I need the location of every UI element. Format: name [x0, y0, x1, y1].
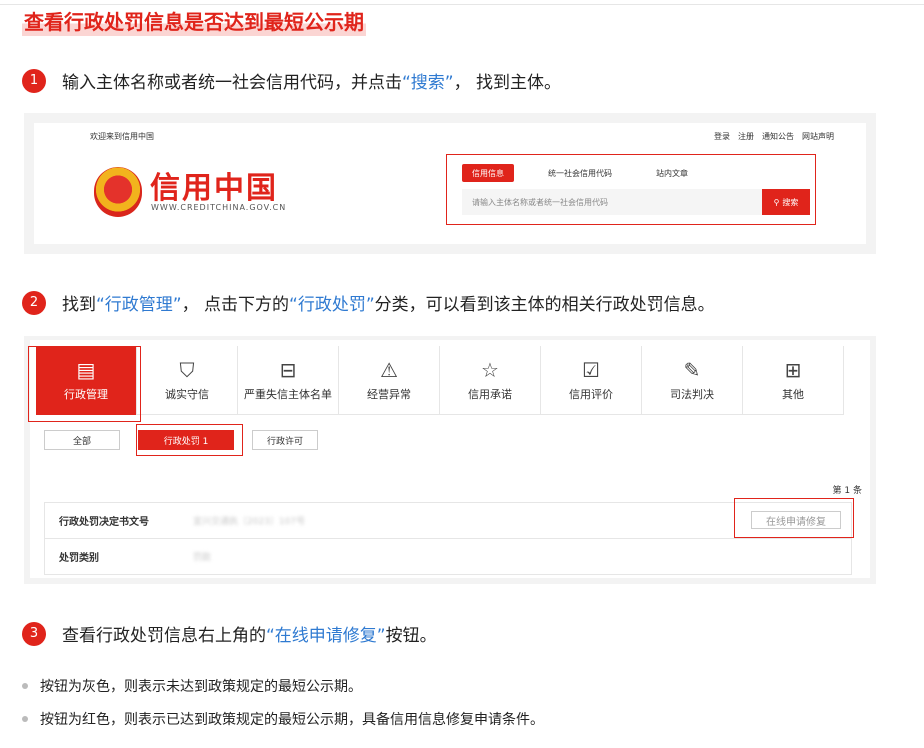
search-icon: ⚲: [773, 197, 780, 207]
bullet-text: 按钮为红色，则表示已达到政策规定的最短公示期，具备信用信息修复申请条件。: [40, 712, 544, 728]
category-other[interactable]: ⊞ 其他: [743, 346, 844, 415]
brand-url: WWW.CREDITCHINA.GOV.CN: [151, 203, 287, 212]
step-1: 1 输入主体名称或者统一社会信用代码，并点击 “搜索” ， 找到主体。: [22, 68, 561, 93]
search-button[interactable]: ⚲ 搜索: [762, 189, 810, 215]
step-highlight: “搜索”: [402, 73, 454, 93]
row-value: 罚款: [193, 553, 212, 563]
step-text-after: 分类，可以看到该主体的相关行政处罚信息。: [374, 295, 715, 315]
other-icon: ⊞: [784, 357, 802, 382]
statement-link[interactable]: 网站声明: [802, 131, 834, 142]
notice-link[interactable]: 通知公告: [762, 131, 794, 142]
judgment-icon: ✎: [683, 357, 701, 382]
commitment-icon: ☆: [481, 357, 499, 382]
category-evaluation[interactable]: ☑ 信用评价: [541, 346, 642, 415]
search-highlight-box: 信用信息 统一社会信用代码 站内文章 请输入主体名称或者统一社会信用代码 ⚲ 搜…: [446, 154, 816, 225]
step-2: 2 找到 “行政管理” ， 点击下方的 “行政处罚” 分类，可以看到该主体的相关…: [22, 290, 715, 315]
tab-credit-info[interactable]: 信用信息: [462, 164, 514, 182]
alarm-light-icon: ⚠: [380, 357, 398, 382]
penalty-table: 行政处罚决定书文号 宜兴交通执〔2023〕107号 在线申请修复 处罚类别 罚款: [44, 502, 852, 575]
step-number: 2: [22, 290, 46, 315]
step-highlight-2: “行政处罚”: [289, 295, 375, 315]
blacklist-icon: ⊟: [279, 357, 297, 382]
national-emblem-icon: [94, 167, 142, 217]
step-number: 3: [22, 621, 46, 646]
filter-all[interactable]: 全部: [44, 430, 120, 450]
step-text: 查看行政处罚信息右上角的: [62, 626, 266, 646]
category-bar: ▤ 行政管理 ⛉ 诚实守信 ⊟ 严重失信主体名单 ⚠ 经营异常 ☆ 信用承诺 ☑ 信用评价 …: [36, 346, 844, 415]
login-link[interactable]: 登录: [714, 131, 730, 142]
brand-logo-text: 信用中国: [150, 171, 278, 206]
step-highlight: “在线申请修复”: [266, 626, 386, 646]
step-text-after: ， 找到主体。: [453, 73, 562, 93]
bullet-text: 按钮为灰色，则表示未达到政策规定的最短公示期。: [40, 679, 362, 695]
bullet-dot: [22, 683, 28, 689]
evaluation-icon: ☑: [582, 357, 600, 382]
category-commitment[interactable]: ☆ 信用承诺: [440, 346, 541, 415]
record-count: 第 1 条: [832, 486, 862, 496]
category-highlight-box: [28, 346, 141, 422]
tab-site-articles[interactable]: 站内文章: [646, 164, 698, 182]
top-links: 登录 注册 通知公告 网站声明: [714, 131, 834, 142]
screenshot-categories: ▤ 行政管理 ⛉ 诚实守信 ⊟ 严重失信主体名单 ⚠ 经营异常 ☆ 信用承诺 ☑ 信用评价 …: [24, 336, 876, 584]
step-3: 3 查看行政处罚信息右上角的 “在线申请修复” 按钮。: [22, 621, 437, 646]
search-input[interactable]: 请输入主体名称或者统一社会信用代码: [462, 189, 762, 215]
category-honesty[interactable]: ⛉ 诚实守信: [137, 346, 238, 415]
top-divider: [0, 4, 924, 5]
page-title: 查看行政处罚信息是否达到最短公示期: [22, 8, 366, 36]
shield-check-icon: ⛉: [179, 357, 195, 382]
filter-highlight-box: [136, 424, 243, 456]
screenshot-search: 欢迎来到信用中国 登录 注册 通知公告 网站声明 信用中国 WWW.CREDIT…: [24, 113, 876, 254]
bullet-red: 按钮为红色，则表示已达到政策规定的最短公示期，具备信用信息修复申请条件。: [22, 709, 544, 729]
step-highlight: “行政管理”: [96, 295, 182, 315]
row-value: 宜兴交通执〔2023〕107号: [193, 517, 306, 527]
step-text-after: 按钮。: [385, 626, 437, 646]
filter-permit[interactable]: 行政许可: [252, 430, 318, 450]
step-number: 1: [22, 68, 46, 93]
row-key: 行政处罚决定书文号: [59, 517, 149, 528]
category-abnormal[interactable]: ⚠ 经营异常: [339, 346, 440, 415]
table-row: 行政处罚决定书文号 宜兴交通执〔2023〕107号 在线申请修复: [44, 503, 852, 539]
bullet-gray: 按钮为灰色，则表示未达到政策规定的最短公示期。: [22, 676, 362, 696]
search-button-label: 搜索: [782, 197, 799, 207]
step-text-middle: ， 点击下方的: [181, 295, 290, 315]
step-text: 找到: [62, 295, 96, 315]
register-link[interactable]: 注册: [738, 131, 754, 142]
row-key: 处罚类别: [59, 553, 99, 564]
table-row: 处罚类别 罚款: [44, 539, 852, 575]
repair-highlight-box: [734, 498, 854, 538]
category-judgment[interactable]: ✎ 司法判决: [642, 346, 743, 415]
tab-credit-code[interactable]: 统一社会信用代码: [538, 164, 622, 182]
bullet-dot: [22, 716, 28, 722]
welcome-text: 欢迎来到信用中国: [90, 132, 154, 141]
step-text: 输入主体名称或者统一社会信用代码，并点击: [62, 73, 402, 93]
category-blacklist[interactable]: ⊟ 严重失信主体名单: [238, 346, 339, 415]
